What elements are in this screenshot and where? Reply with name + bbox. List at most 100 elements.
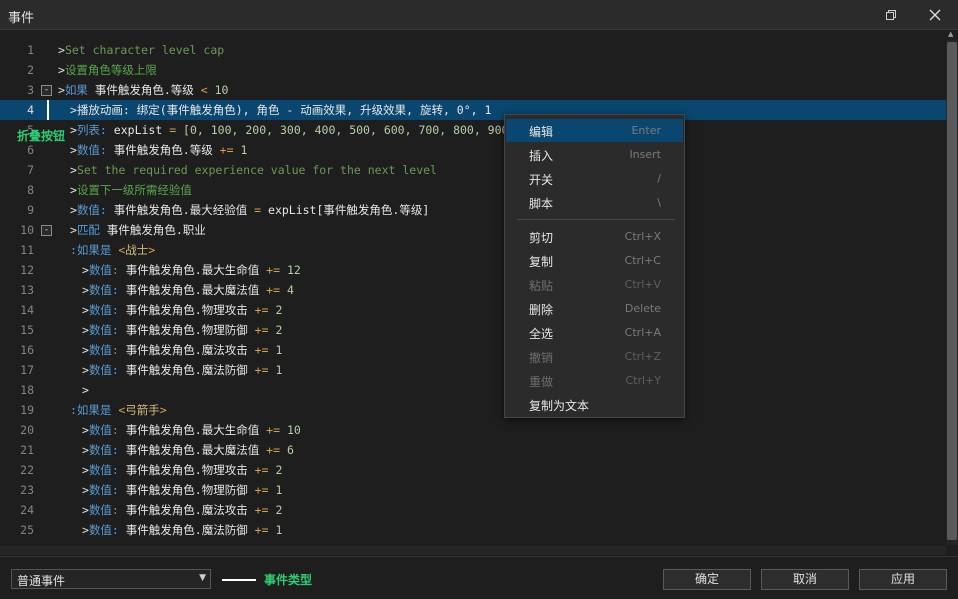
vertical-scrollbar[interactable] (946, 40, 958, 545)
code-token: > (70, 163, 77, 177)
apply-button[interactable]: 应用 (859, 569, 947, 590)
code-line[interactable]: 17 >数值: 事件触发角色.魔法防御 += 1 (0, 360, 946, 380)
code-line[interactable]: 15 >数值: 事件触发角色.物理防御 += 2 (0, 320, 946, 340)
code-line[interactable]: 3- >如果 事件触发角色.等级 < 10 (0, 80, 946, 100)
code-token: += (254, 523, 276, 537)
scrollbar-thumb[interactable] (947, 42, 957, 540)
code-token: > (82, 383, 89, 397)
code-token: 事件触发角色.魔法攻击 (125, 343, 255, 357)
code-line[interactable]: 23 >数值: 事件触发角色.物理防御 += 1 (0, 480, 946, 500)
code-token: :如果是 (70, 243, 119, 257)
horizontal-scrollbar[interactable] (0, 546, 946, 555)
menu-item-label: 脚本 (529, 197, 554, 211)
code-line[interactable]: 5 >列表: expList = [0, 100, 200, 300, 400, … (0, 120, 946, 140)
code-token: 数值: (88, 263, 126, 277)
event-type-annotation: 事件类型 (264, 573, 313, 587)
code-token: > (70, 183, 77, 197)
context-menu: 编辑 Enter 插入 Insert 开关 / 脚本 \ 剪切 Ctrl+X 复制 Ctrl+C 粘贴 C… (504, 114, 685, 418)
line-number: 22 (20, 463, 34, 477)
code-token: expList (113, 123, 170, 137)
code-token: += (254, 363, 276, 377)
code-token: 10 (286, 423, 301, 437)
line-number: 25 (20, 523, 34, 537)
menu-item-shortcut: / (657, 172, 661, 185)
code-token: 数值: (88, 443, 126, 457)
code-line[interactable]: 25 >数值: 事件触发角色.魔法防御 += 1 (0, 520, 946, 540)
code-token: > (82, 363, 89, 377)
code-token: 数值: (76, 203, 114, 217)
code-token: 数值: (88, 363, 126, 377)
code-line[interactable]: 8 >设置下一级所需经验值 (0, 180, 946, 200)
code-line[interactable]: 19:如果是 <弓箭手> (0, 400, 946, 420)
code-token: 设置角色等级上限 (64, 63, 157, 77)
menu-item[interactable]: 复制 Ctrl+C (506, 249, 683, 272)
code-token: > (82, 483, 89, 497)
code-line[interactable]: 24 >数值: 事件触发角色.魔法攻击 += 2 (0, 500, 946, 520)
code-token: 12 (286, 263, 301, 277)
menu-item-label: 插入 (529, 149, 554, 163)
code-token: > (82, 263, 89, 277)
menu-item[interactable]: 删除 Delete (506, 297, 683, 320)
code-token: 2 (275, 503, 283, 517)
code-token: > (82, 463, 89, 477)
code-token: 如果 (64, 83, 95, 97)
code-token: 1 (275, 343, 283, 357)
ok-button[interactable]: 确定 (663, 569, 751, 590)
code-line[interactable]: 2 >设置角色等级上限 (0, 60, 946, 80)
code-line[interactable]: 11:如果是 <战士> (0, 240, 946, 260)
code-line[interactable]: 1 >Set character level cap (0, 40, 946, 60)
code-token: > (82, 503, 89, 517)
cancel-button[interactable]: 取消 (761, 569, 849, 590)
code-line[interactable]: 9 >数值: 事件触发角色.最大经验值 = expList[事件触发角色.等级] (0, 200, 946, 220)
code-line[interactable]: 13 >数值: 事件触发角色.最大魔法值 += 4 (0, 280, 946, 300)
scroll-up-icon[interactable]: ▲ (948, 30, 957, 39)
code-line[interactable]: 20 >数值: 事件触发角色.最大生命值 += 10 (0, 420, 946, 440)
code-line[interactable]: 7 >Set the required experience value for … (0, 160, 946, 180)
code-token: 2 (275, 463, 283, 477)
code-token: 事件触发角色.物理防御 (125, 323, 255, 337)
code-line[interactable]: 10- >匹配 事件触发角色.职业 (0, 220, 946, 240)
code-line[interactable]: 6 >数值: 事件触发角色.等级 += 1 (0, 140, 946, 160)
code-text: :如果是 <战士> (70, 240, 155, 260)
event-script-editor[interactable]: 1 >Set character level cap 2 >设置角色等级上限 3- >如果… (0, 40, 946, 545)
code-token: = (169, 123, 184, 137)
code-token: 数值: (88, 283, 126, 297)
menu-item[interactable]: 脚本 \ (506, 191, 683, 214)
menu-item[interactable]: 开关 / (506, 167, 683, 190)
code-token: += (266, 423, 287, 437)
menu-item-shortcut: Delete (624, 302, 661, 315)
menu-item-shortcut: Ctrl+Z (624, 350, 661, 363)
code-line[interactable]: 22 >数值: 事件触发角色.物理攻击 += 2 (0, 460, 946, 480)
code-line[interactable]: 16 >数值: 事件触发角色.魔法攻击 += 1 (0, 340, 946, 360)
line-number: 2 (27, 63, 34, 77)
code-token: 4 (286, 283, 294, 297)
menu-item-label: 删除 (529, 303, 554, 317)
close-icon[interactable] (924, 4, 946, 26)
menu-item[interactable]: 复制为文本 (506, 393, 683, 416)
restore-window-icon[interactable] (880, 4, 902, 26)
fold-toggle-icon[interactable]: - (41, 225, 52, 236)
code-token: 事件触发角色.魔法防御 (125, 523, 255, 537)
menu-item[interactable]: 剪切 Ctrl+X (506, 225, 683, 248)
code-line[interactable]: 21 >数值: 事件触发角色.最大魔法值 += 6 (0, 440, 946, 460)
code-text: >数值: 事件触发角色.魔法攻击 += 2 (82, 500, 282, 520)
code-token: 数值: (88, 483, 126, 497)
code-text: >数值: 事件触发角色.最大魔法值 += 6 (82, 440, 294, 460)
line-number: 10 (20, 223, 34, 237)
code-token: 事件触发角色.最大经验值 (113, 203, 255, 217)
menu-item-label: 开关 (529, 173, 554, 187)
line-number: 24 (20, 503, 34, 517)
event-type-select[interactable]: 普通事件 ▼ (11, 569, 211, 589)
code-line[interactable]: 4 >播放动画: 绑定(事件触发角色), 角色 - 动画效果, 升级效果, 旋转,… (0, 100, 946, 120)
code-token: 事件触发角色.最大魔法值 (125, 283, 267, 297)
menu-item[interactable]: 插入 Insert (506, 143, 683, 166)
code-line[interactable]: 14 >数值: 事件触发角色.物理攻击 += 2 (0, 300, 946, 320)
menu-item[interactable]: 编辑 Enter (506, 119, 683, 142)
code-line[interactable]: 18 > (0, 380, 946, 400)
code-token: 列表: (76, 123, 114, 137)
menu-item-shortcut: Insert (629, 148, 661, 161)
code-line[interactable]: 12 >数值: 事件触发角色.最大生命值 += 12 (0, 260, 946, 280)
menu-item[interactable]: 全选 Ctrl+A (506, 321, 683, 344)
fold-toggle-icon[interactable]: - (41, 85, 52, 96)
code-token: > (159, 403, 167, 417)
